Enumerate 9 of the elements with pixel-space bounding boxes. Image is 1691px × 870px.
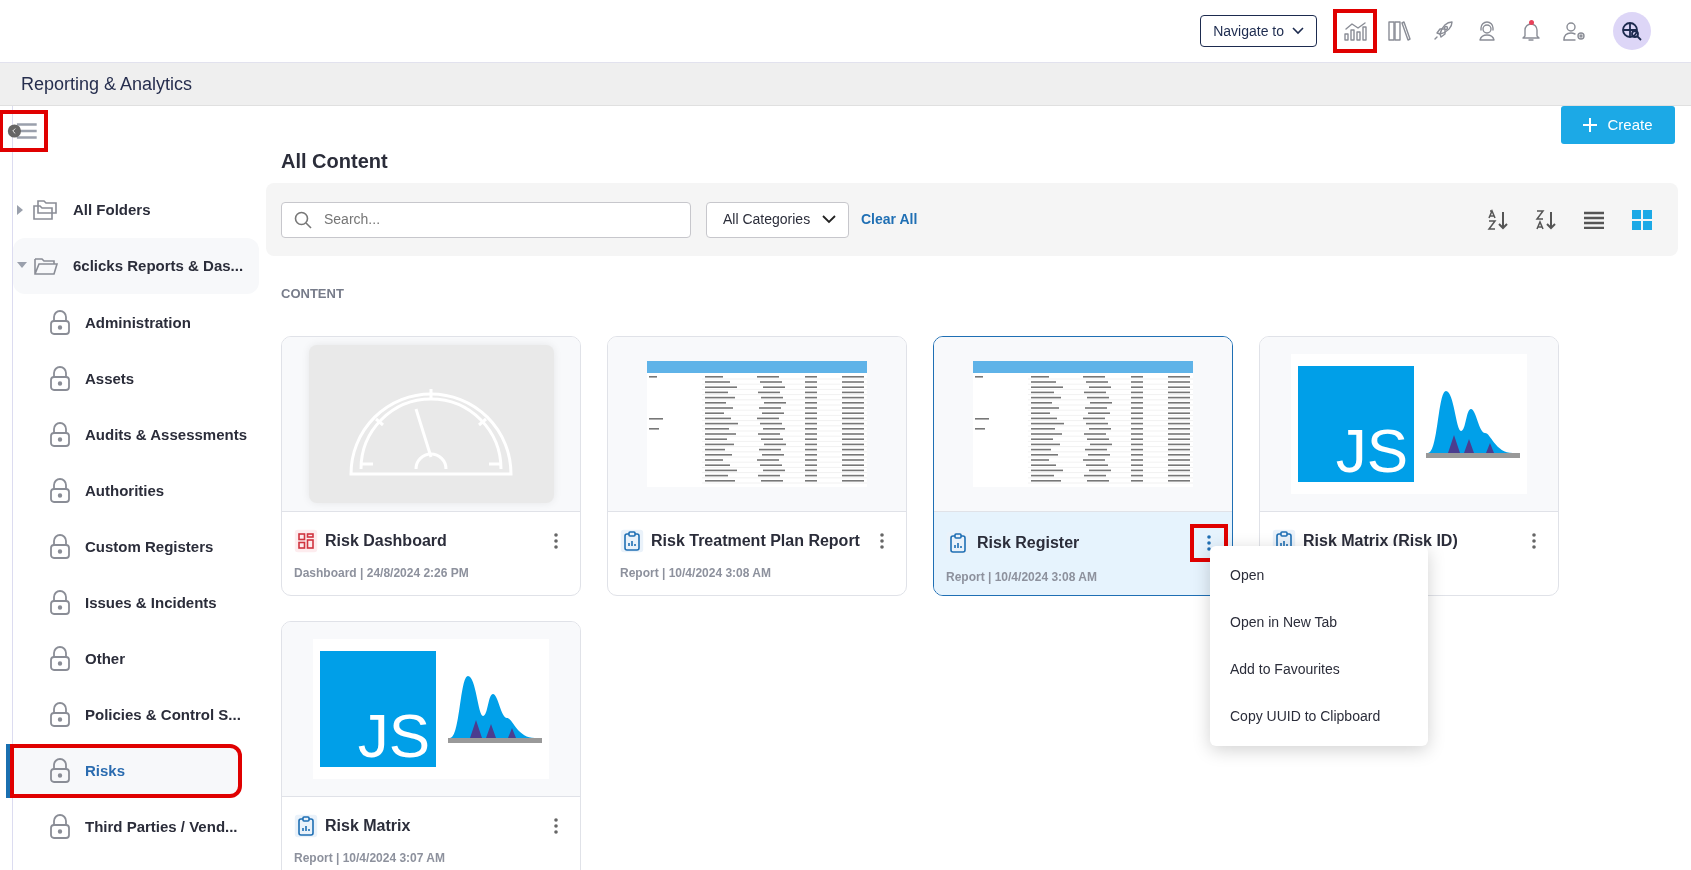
page-title: Reporting & Analytics [0, 62, 1691, 106]
logo-text: JS [320, 650, 436, 767]
card-meta: Report | 10/4/2024 3:08 AM [620, 564, 772, 582]
section-label: CONTENT [281, 285, 345, 303]
section-title: All Content [281, 149, 389, 174]
card-meta: Report | 10/4/2024 3:07 AM [294, 849, 446, 867]
card-meta: Report | 10/4/2024 3:08 AM [946, 568, 1098, 586]
logo-text: JS [1298, 365, 1414, 482]
card-meta: Dashboard | 24/8/2024 2:26 PM [294, 564, 470, 582]
